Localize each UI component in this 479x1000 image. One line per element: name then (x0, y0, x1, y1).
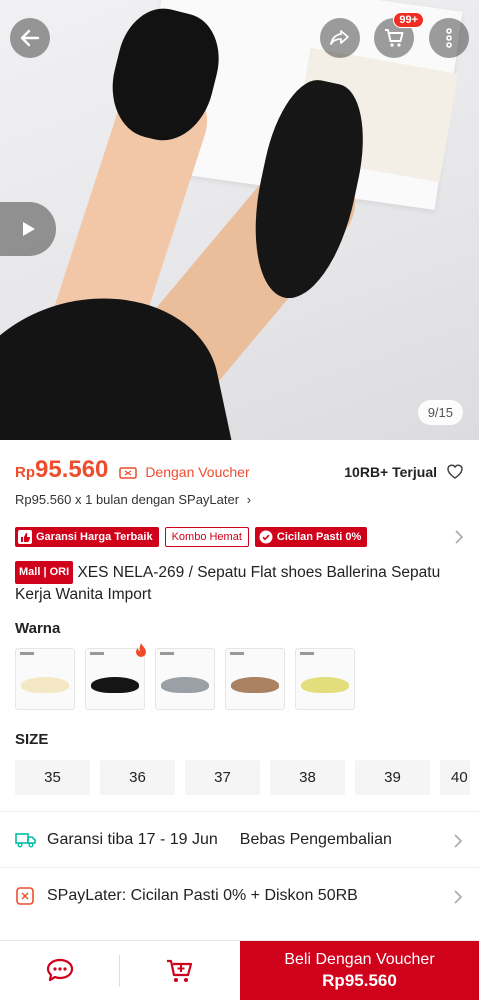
chevron-right-icon (455, 530, 464, 544)
spaylater-text: SPayLater: Cicilan Pasti 0% + Diskon 50R… (47, 886, 358, 904)
product-title: Mall | ORI XES NELA-269 / Sepatu Flat sh… (15, 561, 465, 605)
variant-swatch (21, 677, 69, 693)
price-guarantee-label: Garansi Harga Terbaik (36, 531, 153, 543)
chat-button[interactable] (0, 941, 120, 1000)
heart-icon[interactable] (445, 461, 465, 481)
variant-list (15, 643, 355, 710)
add-cart-icon (167, 959, 193, 982)
bottom-action-bar: Beli Dengan Voucher Rp95.560 (0, 940, 479, 1000)
truck-icon (15, 831, 37, 849)
price-amount: 95.560 (35, 456, 109, 483)
thumbs-up-icon (18, 530, 32, 544)
arrow-left-icon (20, 29, 40, 47)
more-options-button[interactable] (429, 18, 469, 58)
fire-icon (136, 643, 146, 657)
size-option[interactable]: 36 (100, 760, 175, 795)
back-button[interactable] (10, 18, 50, 58)
variant-option[interactable] (85, 643, 146, 710)
variant-swatch (231, 677, 279, 693)
chevron-right-icon (454, 890, 463, 904)
size-option[interactable]: 38 (270, 760, 345, 795)
spaylater-row[interactable]: SPayLater: Cicilan Pasti 0% + Diskon 50R… (0, 867, 479, 923)
buy-label: Beli Dengan Voucher (284, 950, 435, 968)
size-option[interactable]: 37 (185, 760, 260, 795)
size-option[interactable]: 39 (355, 760, 430, 795)
cart-count-badge: 99+ (393, 12, 424, 28)
more-vertical-icon (446, 28, 452, 48)
check-circle-icon (259, 530, 273, 544)
image-counter: 9/15 (417, 400, 463, 425)
size-option[interactable]: 40 (440, 760, 470, 795)
chevron-right-icon: › (246, 492, 252, 507)
voucher-label: Dengan Voucher (145, 464, 250, 480)
variant-option[interactable] (225, 648, 285, 710)
variant-swatch (301, 677, 349, 693)
play-icon (23, 222, 35, 236)
spaylater-icon (15, 886, 37, 906)
product-title-text: XES NELA-269 / Sepatu Flat shoes Balleri… (15, 564, 441, 603)
size-label: SIZE (15, 731, 49, 748)
paylater-link[interactable]: Rp95.560 x 1 bulan dengan SPayLater › (15, 492, 251, 507)
promo-tags-row[interactable]: Garansi Harga Terbaik Kombo Hemat Cicila… (15, 526, 465, 548)
combo-tag: Kombo Hemat (164, 527, 249, 547)
variant-label: Warna (15, 620, 61, 637)
brand-mark (90, 652, 104, 655)
cart-button[interactable]: 99+ (374, 12, 424, 58)
variant-option[interactable] (155, 648, 215, 710)
variant-option[interactable] (295, 648, 355, 710)
size-list: 35 36 37 38 39 40 (15, 760, 470, 795)
brand-mark (160, 652, 174, 655)
shipping-row[interactable]: Garansi tiba 17 - 19 Jun Bebas Pengembal… (0, 811, 479, 867)
share-icon (330, 30, 349, 45)
chevron-right-icon (454, 834, 463, 848)
product-image[interactable]: 99+ 9/15 (0, 0, 479, 440)
play-video-button[interactable] (0, 202, 56, 256)
brand-mark (300, 652, 314, 655)
buy-price: Rp95.560 (322, 970, 397, 990)
cart-icon (385, 29, 404, 47)
price-currency: Rp (15, 464, 35, 481)
mall-ori-badge: Mall | ORI (15, 561, 74, 584)
brand-mark (20, 652, 34, 655)
brand-mark (230, 652, 244, 655)
price-guarantee-tag: Garansi Harga Terbaik (15, 527, 159, 547)
paylater-text: Rp95.560 x 1 bulan dengan SPayLater (15, 492, 240, 507)
returns-label: Bebas Pengembalian (239, 830, 392, 848)
variant-option[interactable] (15, 648, 75, 710)
variant-swatch (161, 677, 209, 693)
voucher-icon (119, 467, 137, 479)
sold-count: 10RB+ Terjual (344, 464, 437, 480)
add-to-cart-button[interactable] (120, 941, 240, 1000)
chat-icon (46, 958, 74, 982)
price-row: Rp95.560 Dengan Voucher 10RB+ Terjual (15, 456, 465, 488)
share-button[interactable] (320, 18, 360, 58)
variant-swatch (91, 677, 139, 693)
size-option[interactable]: 35 (15, 760, 90, 795)
buy-with-voucher-button[interactable]: Beli Dengan Voucher Rp95.560 (240, 941, 479, 1000)
installment-tag: Cicilan Pasti 0% (254, 527, 368, 547)
shipping-guarantee: Garansi tiba 17 - 19 Jun (47, 830, 218, 848)
installment-label: Cicilan Pasti 0% (276, 531, 362, 543)
